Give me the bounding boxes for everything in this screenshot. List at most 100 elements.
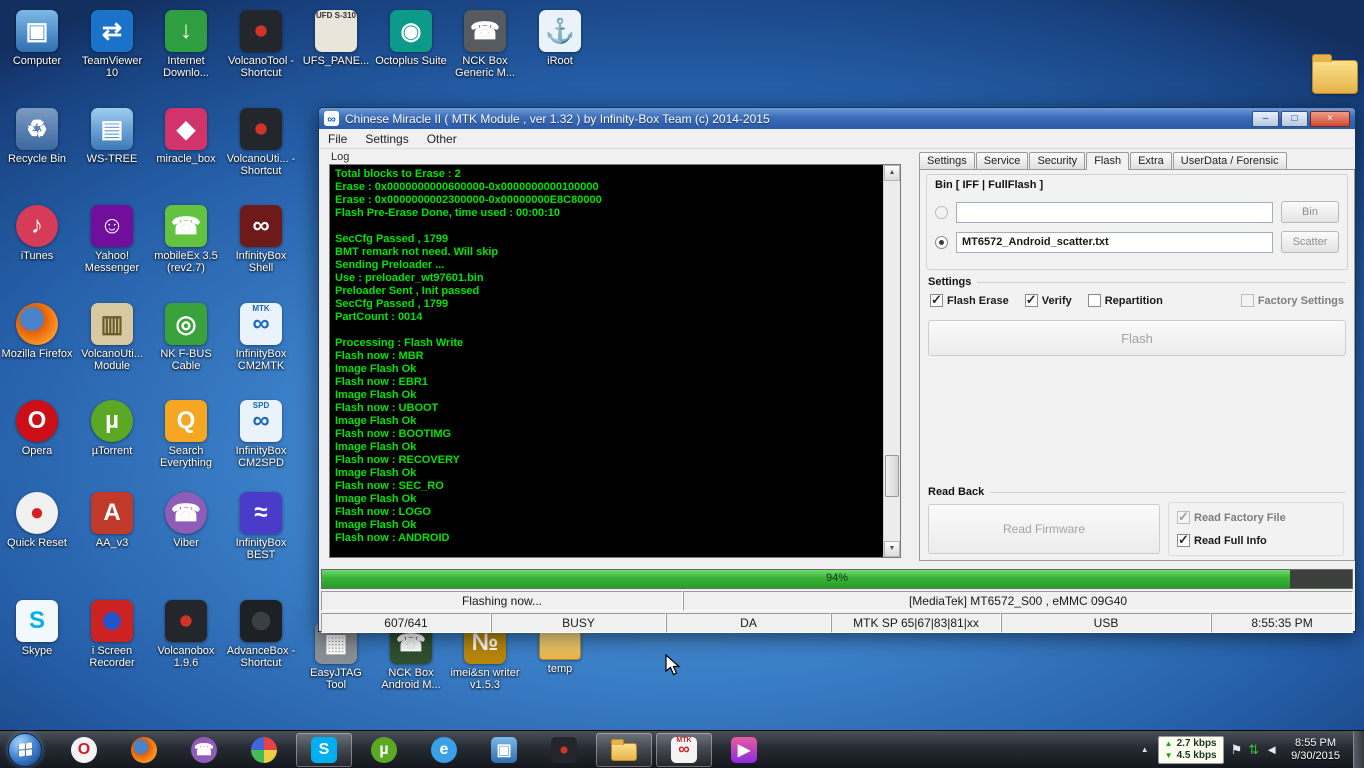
taskbar-skype[interactable]: S <box>296 732 352 767</box>
tab-flash[interactable]: Flash <box>1086 152 1130 170</box>
desktop-icon-recycle-bin[interactable]: ♻ Recycle Bin <box>1 108 73 165</box>
desktop-icon-itunes[interactable]: ♪ iTunes <box>1 205 73 262</box>
desktop-icon-infinitybox-best[interactable]: ≈ InfinityBox BEST <box>225 492 297 561</box>
tray-date: 9/30/2015 <box>1291 749 1340 762</box>
network-speed-widget[interactable]: ▲ 2.7 kbps ▼ 4.5 kbps <box>1157 735 1224 764</box>
desktop-icon-miracle-box[interactable]: ◆ miracle_box <box>150 108 222 165</box>
taskbar-explorer-folder[interactable] <box>596 732 652 767</box>
taskbar-opera[interactable]: O <box>56 733 112 767</box>
taskbar-media-player[interactable]: ▶ <box>716 733 772 767</box>
tab-service[interactable]: Service <box>975 152 1029 169</box>
desktop-icon-label: Opera <box>21 445 53 457</box>
show-desktop-button[interactable] <box>1353 730 1364 768</box>
bin-radio-0[interactable] <box>935 205 948 219</box>
desktop-icon-internet-download-manager[interactable]: ↓ Internet Downlo... <box>150 10 222 79</box>
taskbar-volcano-tool[interactable] <box>536 733 592 767</box>
readback-options: Read Factory File Read Full Info <box>1168 502 1344 556</box>
checkbox-verify[interactable]: Verify <box>1024 292 1072 308</box>
log-label: Log <box>331 151 350 163</box>
clock[interactable]: 8:55 PM 9/30/2015 <box>1285 737 1346 763</box>
desktop-icon-viber[interactable]: ☎ Viber <box>150 492 222 549</box>
desktop-icon-quick-reset[interactable]: ● Quick Reset <box>1 492 73 549</box>
checkbox-read-full-info[interactable]: Read Full Info <box>1177 532 1335 548</box>
tab-userdata-forensic[interactable]: UserData / Forensic <box>1172 152 1287 169</box>
scatter-button[interactable]: Scatter <box>1281 231 1339 253</box>
desktop-icon-utorrent[interactable]: µ µTorrent <box>76 400 148 457</box>
tab-settings[interactable]: Settings <box>919 152 975 169</box>
checkbox-factory-settings[interactable]: Factory Settings <box>1240 294 1344 307</box>
desktop-icon-nk-fbus-cable[interactable]: ◎ NK F-BUS Cable <box>150 303 222 372</box>
start-button[interactable] <box>8 732 42 767</box>
log-output[interactable]: Total blocks to Erase : 2 Erase : 0x00000… <box>330 165 883 557</box>
desktop-icon-i-screen-recorder[interactable]: i Screen Recorder <box>76 600 148 669</box>
taskbar-utorrent[interactable]: µ <box>356 733 412 767</box>
bin-input-1[interactable]: MT6572_Android_scatter.txt <box>956 231 1273 253</box>
desktop-icon-yahoo-messenger[interactable]: ☺ Yahoo! Messenger <box>76 205 148 274</box>
desktop-icon-skype[interactable]: S Skype <box>1 600 73 657</box>
bin-input-0[interactable] <box>956 201 1273 223</box>
bin-button[interactable]: Bin <box>1281 201 1339 223</box>
desktop-icon-mobileex[interactable]: ☎ mobileEx 3.5 (rev2.7) <box>150 205 222 274</box>
desktop-icon-label: InfinityBox CM2MTK <box>235 348 287 372</box>
desktop-icon-infinitybox-cm2mtk[interactable]: ∞ MTK InfinityBox CM2MTK <box>225 303 297 372</box>
desktop-icon-computer[interactable]: ▣ Computer <box>1 10 73 67</box>
network-activity-icon[interactable]: ⇅ <box>1248 743 1259 756</box>
tab-security[interactable]: Security <box>1029 152 1086 169</box>
i-screen-recorder-icon <box>91 600 133 642</box>
desktop-icon-opera[interactable]: O Opera <box>1 400 73 457</box>
menu-settings[interactable]: Settings <box>356 130 417 148</box>
desktop-icon-nck-box-generic[interactable]: ☎ NCK Box Generic M... <box>449 10 521 79</box>
maximize-button[interactable]: □ <box>1281 110 1308 127</box>
status-cell-2-3: MTK SP 65|67|83|81|xx <box>831 613 1001 633</box>
desktop-icon-volcanoutil-module[interactable]: ▥ VolcanoUti... Module <box>76 303 148 372</box>
desktop-folder-shortcut[interactable] <box>1312 52 1358 94</box>
checkbox-label: Read Full Info <box>1194 534 1267 547</box>
taskbar-viber[interactable]: ☎ <box>176 733 232 767</box>
desktop-icon-advancebox-shortcut[interactable]: AdvanceBox - Shortcut <box>225 600 297 669</box>
folder-icon <box>1312 54 1358 94</box>
menu-other[interactable]: Other <box>418 130 466 148</box>
volume-icon[interactable]: ◄ <box>1265 743 1278 756</box>
taskbar-computer[interactable]: ▣ <box>476 733 532 767</box>
desktop-icon-ws-tree[interactable]: ▤ WS-TREE <box>76 108 148 165</box>
taskbar-photo-viewer[interactable] <box>236 733 292 767</box>
taskbar-internet-explorer[interactable]: e <box>416 733 472 767</box>
checkbox-flash-erase[interactable]: Flash Erase <box>930 292 1009 308</box>
desktop-icon-volcanoutil-shortcut[interactable]: VolcanoUti... - Shortcut <box>225 108 297 177</box>
log-scrollbar[interactable]: ▲ ▼ <box>883 165 900 557</box>
taskbar-cm2-mtk[interactable]: ∞ MTK <box>656 732 712 767</box>
desktop-icon-iroot[interactable]: ⚓ iRoot <box>524 10 596 67</box>
scroll-up-icon[interactable]: ▲ <box>884 165 900 181</box>
flag-icon[interactable]: ⚑ <box>1231 743 1243 756</box>
tab-extra[interactable]: Extra <box>1130 152 1172 169</box>
desktop-icon-ufd-s310-ufs-panel[interactable]: UFD S-310 UFS_PANE... <box>300 10 372 67</box>
scroll-thumb[interactable] <box>885 455 899 498</box>
desktop-icon-volcanobox[interactable]: Volcanobox 1.9.6 <box>150 600 222 669</box>
checkbox-repartition[interactable]: Repartition <box>1087 294 1163 307</box>
bin-radio-1[interactable] <box>935 235 948 249</box>
volcanotool-shortcut-icon <box>240 10 282 52</box>
flash-button[interactable]: Flash <box>928 320 1346 356</box>
infinitybox-cm2spd-icon: ∞ SPD <box>240 400 282 442</box>
menu-file[interactable]: File <box>319 130 356 148</box>
desktop-icon-aa-v3[interactable]: A AA_v3 <box>76 492 148 549</box>
read-firmware-button[interactable]: Read Firmware <box>928 504 1160 554</box>
close-button[interactable]: × <box>1310 110 1350 127</box>
desktop-icon-infinitybox-shell[interactable]: ∞ InfinityBox Shell <box>225 205 297 274</box>
upload-arrow-icon: ▲ <box>1164 738 1173 748</box>
desktop-icon-teamviewer-10[interactable]: ⇄ TeamViewer 10 <box>76 10 148 79</box>
scroll-down-icon[interactable]: ▼ <box>884 541 900 557</box>
desktop-icon-search-everything[interactable]: Q Search Everything <box>150 400 222 469</box>
desktop-icon-volcanotool-shortcut[interactable]: VolcanoTool - Shortcut <box>225 10 297 79</box>
mouse-cursor <box>665 654 681 676</box>
skype-icon: S <box>311 736 337 763</box>
minimize-button[interactable]: – <box>1252 110 1279 127</box>
title-bar[interactable]: ∞ Chinese Miracle II ( MTK Module , ver … <box>319 108 1355 129</box>
desktop-icon-infinitybox-cm2spd[interactable]: ∞ SPD InfinityBox CM2SPD <box>225 400 297 469</box>
checkbox-read-factory-file[interactable]: Read Factory File <box>1177 509 1335 525</box>
desktop-icon-octoplus-suite[interactable]: ◉ Octoplus Suite <box>375 10 447 67</box>
tray-expand-chevron-icon[interactable]: ▲ <box>1139 745 1151 754</box>
desktop-icon-mozilla-firefox[interactable]: Mozilla Firefox <box>1 303 73 360</box>
taskbar-firefox[interactable] <box>116 733 172 767</box>
